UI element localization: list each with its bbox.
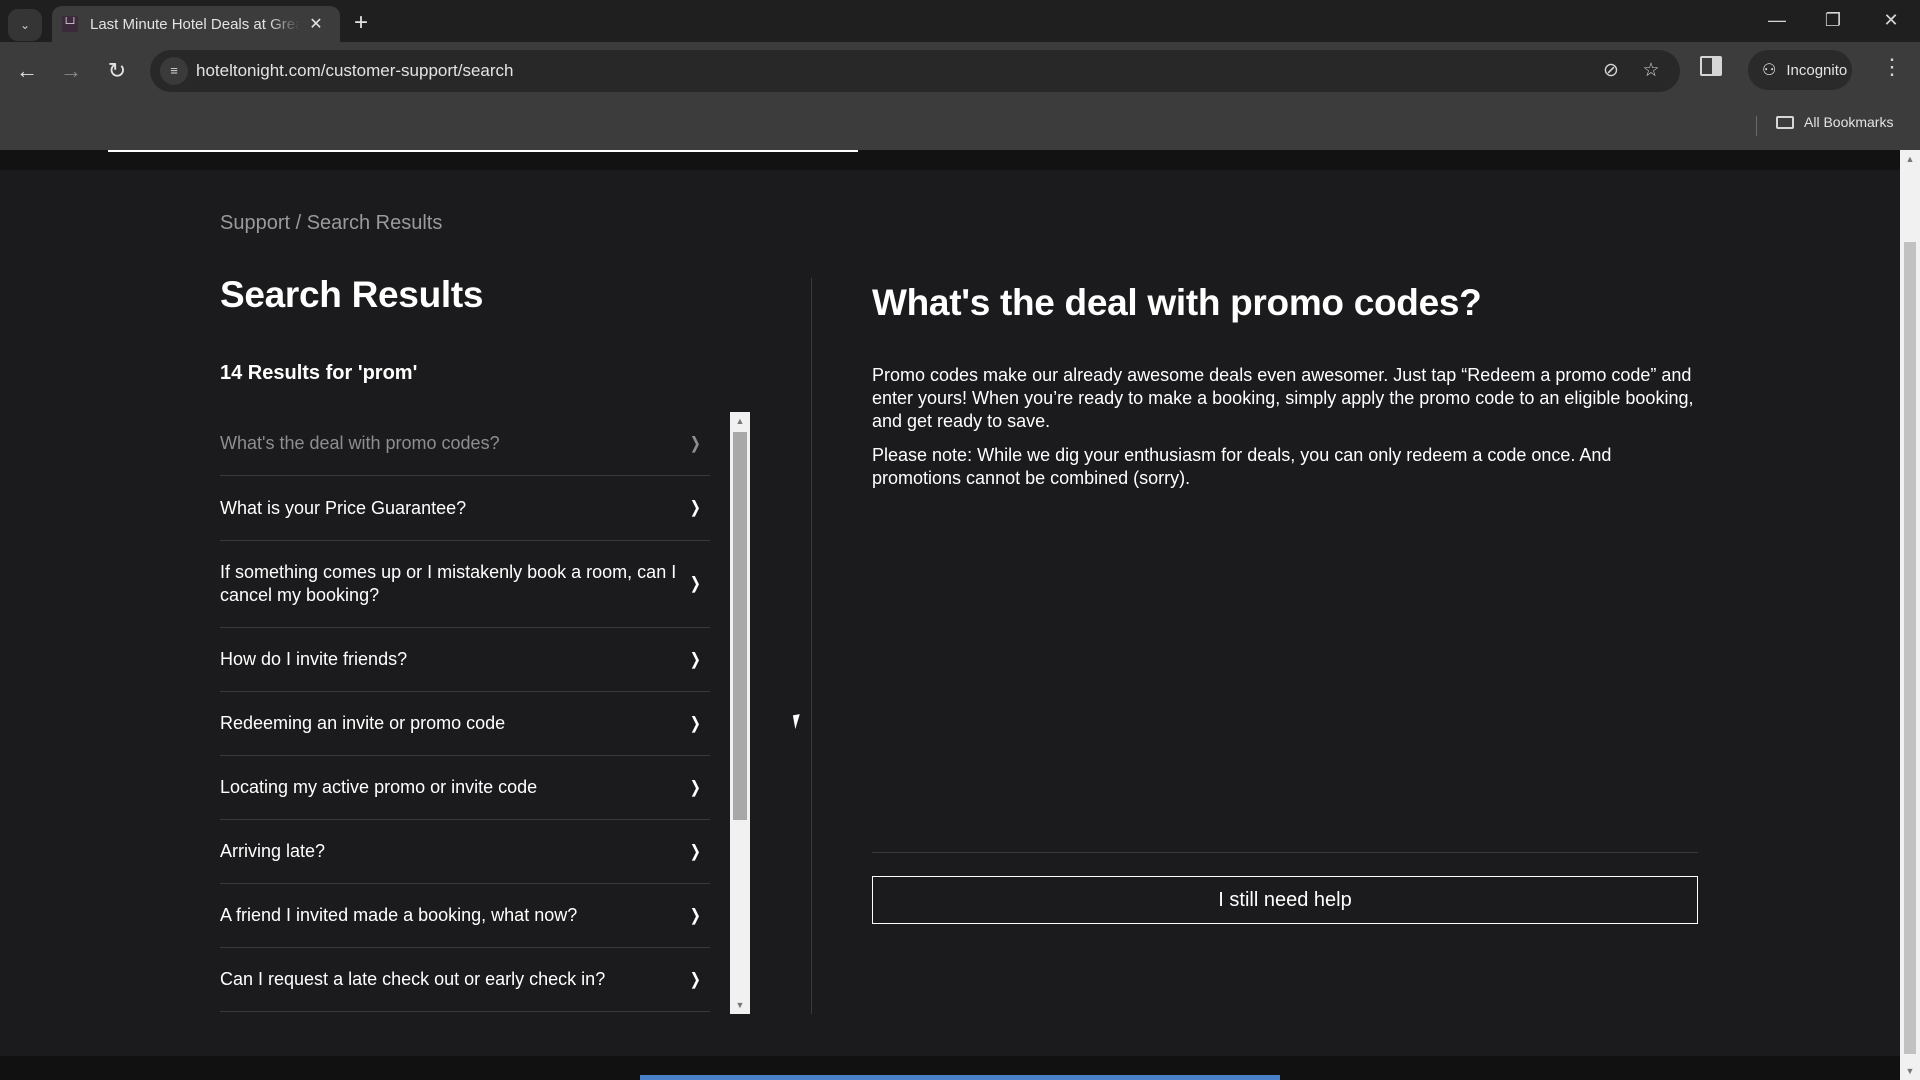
url-text[interactable]: hoteltonight.com/customer-support/search bbox=[196, 61, 514, 81]
chevron-right-icon: ❭ bbox=[688, 499, 702, 517]
result-label: A friend I invited made a booking, what … bbox=[220, 905, 578, 925]
column-divider bbox=[811, 278, 812, 1014]
result-label: Redeeming an invite or promo code bbox=[220, 713, 506, 733]
mouse-cursor-icon bbox=[792, 712, 810, 730]
arrow-right-icon[interactable]: → bbox=[56, 56, 86, 86]
bed-icon: └┘ bbox=[62, 16, 78, 32]
chevron-right-icon: ❭ bbox=[688, 971, 702, 988]
page-title: Search Results bbox=[220, 274, 484, 315]
all-bookmarks-label: All Bookmarks bbox=[1804, 114, 1894, 130]
scroll-up-icon[interactable]: ▲ bbox=[1900, 150, 1920, 168]
incognito-badge[interactable]: ⚇ Incognito bbox=[1748, 50, 1852, 90]
chevron-right-icon: ❭ bbox=[688, 435, 702, 452]
search-field-underline bbox=[108, 150, 858, 152]
result-label: Arriving late? bbox=[220, 841, 326, 861]
incognito-icon: ⚇ bbox=[1762, 62, 1777, 79]
close-icon[interactable]: ✕ bbox=[306, 14, 326, 34]
side-panel-icon[interactable] bbox=[1700, 56, 1722, 76]
result-label: Locating my active promo or invite code bbox=[220, 777, 538, 797]
page-viewport: Support / Search Results Search Results … bbox=[0, 150, 1920, 1080]
breadcrumb[interactable]: Support / Search Results bbox=[220, 212, 442, 235]
chevron-right-icon: ❭ bbox=[688, 907, 702, 924]
header-strip bbox=[0, 150, 1900, 170]
result-label: What's the deal with promo codes? bbox=[220, 433, 500, 453]
result-item[interactable]: Arriving late? ❭ bbox=[220, 820, 710, 884]
eye-off-icon[interactable]: ⊘ bbox=[1598, 59, 1624, 82]
folder-icon bbox=[1776, 115, 1794, 129]
tab-search-button[interactable]: ⌄ bbox=[8, 9, 42, 41]
restore-icon[interactable]: ❐ bbox=[1818, 10, 1848, 31]
reload-icon[interactable]: ↻ bbox=[102, 56, 132, 86]
article-paragraph: Please note: While we dig your enthusias… bbox=[872, 445, 1612, 488]
results-list: What's the deal with promo codes? ❭ What… bbox=[220, 412, 710, 1014]
kebab-menu-icon[interactable]: ⋮ bbox=[1880, 54, 1904, 80]
chevron-right-icon: ❭ bbox=[688, 575, 702, 593]
tune-icon[interactable]: ≡ bbox=[160, 57, 188, 85]
bookmarks-bar: All Bookmarks bbox=[0, 100, 1920, 150]
article-body: Promo codes make our already awesome dea… bbox=[872, 364, 1702, 501]
still-need-help-button[interactable]: I still need help bbox=[872, 876, 1698, 924]
result-item[interactable]: How do I invite friends? ❭ bbox=[220, 628, 710, 692]
result-label: If something comes up or I mistakenly bo… bbox=[220, 562, 677, 605]
result-item[interactable]: Locating my active promo or invite code … bbox=[220, 756, 710, 820]
page-scrollbar[interactable]: ▲ ▼ bbox=[1900, 150, 1920, 1080]
plus-icon[interactable]: + bbox=[354, 10, 368, 36]
minimize-icon[interactable]: — bbox=[1762, 10, 1792, 31]
chevron-right-icon: ❭ bbox=[688, 715, 702, 732]
result-label: How do I invite friends? bbox=[220, 649, 408, 669]
article-title: What's the deal with promo codes? bbox=[872, 282, 1482, 323]
divider bbox=[1756, 116, 1757, 136]
result-item[interactable]: Redeeming an invite or promo code ❭ bbox=[220, 692, 710, 756]
results-scrollbar[interactable]: ▲ ▼ bbox=[730, 412, 750, 1014]
all-bookmarks-button[interactable]: All Bookmarks bbox=[1776, 114, 1893, 130]
close-window-icon[interactable]: ✕ bbox=[1876, 10, 1906, 31]
tab-strip: ⌄ └┘ Last Minute Hotel Deals at Great Pr… bbox=[0, 0, 1920, 42]
result-item[interactable]: What's the deal with promo codes? ❭ bbox=[220, 412, 710, 476]
scroll-down-icon[interactable]: ▼ bbox=[1900, 1062, 1920, 1080]
chevron-right-icon: ❭ bbox=[688, 651, 702, 668]
result-item[interactable]: A friend I invited made a booking, what … bbox=[220, 884, 710, 948]
result-label: What is your Price Guarantee? bbox=[220, 497, 467, 518]
address-bar[interactable]: ≡ hoteltonight.com/customer-support/sear… bbox=[150, 50, 1680, 92]
chevron-right-icon: ❭ bbox=[688, 779, 702, 796]
scroll-up-icon[interactable]: ▲ bbox=[730, 412, 750, 430]
result-count: 14 Results for 'prom' bbox=[220, 362, 418, 384]
result-item[interactable]: If something comes up or I mistakenly bo… bbox=[220, 541, 710, 628]
star-icon[interactable]: ☆ bbox=[1638, 59, 1664, 82]
scrollbar-thumb[interactable] bbox=[1904, 242, 1916, 1054]
scroll-down-icon[interactable]: ▼ bbox=[730, 996, 750, 1014]
incognito-label: Incognito bbox=[1786, 61, 1848, 79]
chevron-right-icon: ❭ bbox=[688, 843, 702, 860]
result-item[interactable]: Can I request a late check out or early … bbox=[220, 948, 710, 1012]
result-item[interactable]: What is your Price Guarantee? ❭ bbox=[220, 476, 710, 541]
tab-title: Last Minute Hotel Deals at Great Prices bbox=[90, 15, 300, 33]
footer-accent-bar bbox=[640, 1075, 1280, 1080]
browser-tab[interactable]: └┘ Last Minute Hotel Deals at Great Pric… bbox=[52, 6, 340, 42]
chevron-down-icon: ⌄ bbox=[19, 18, 31, 32]
arrow-left-icon[interactable]: ← bbox=[12, 56, 42, 86]
divider bbox=[872, 852, 1698, 853]
browser-toolbar: ← → ↻ ≡ hoteltonight.com/customer-suppor… bbox=[0, 42, 1920, 100]
result-label: Can I request a late check out or early … bbox=[220, 969, 606, 989]
scrollbar-thumb[interactable] bbox=[733, 432, 747, 820]
article-paragraph: Promo codes make our already awesome dea… bbox=[872, 365, 1694, 431]
